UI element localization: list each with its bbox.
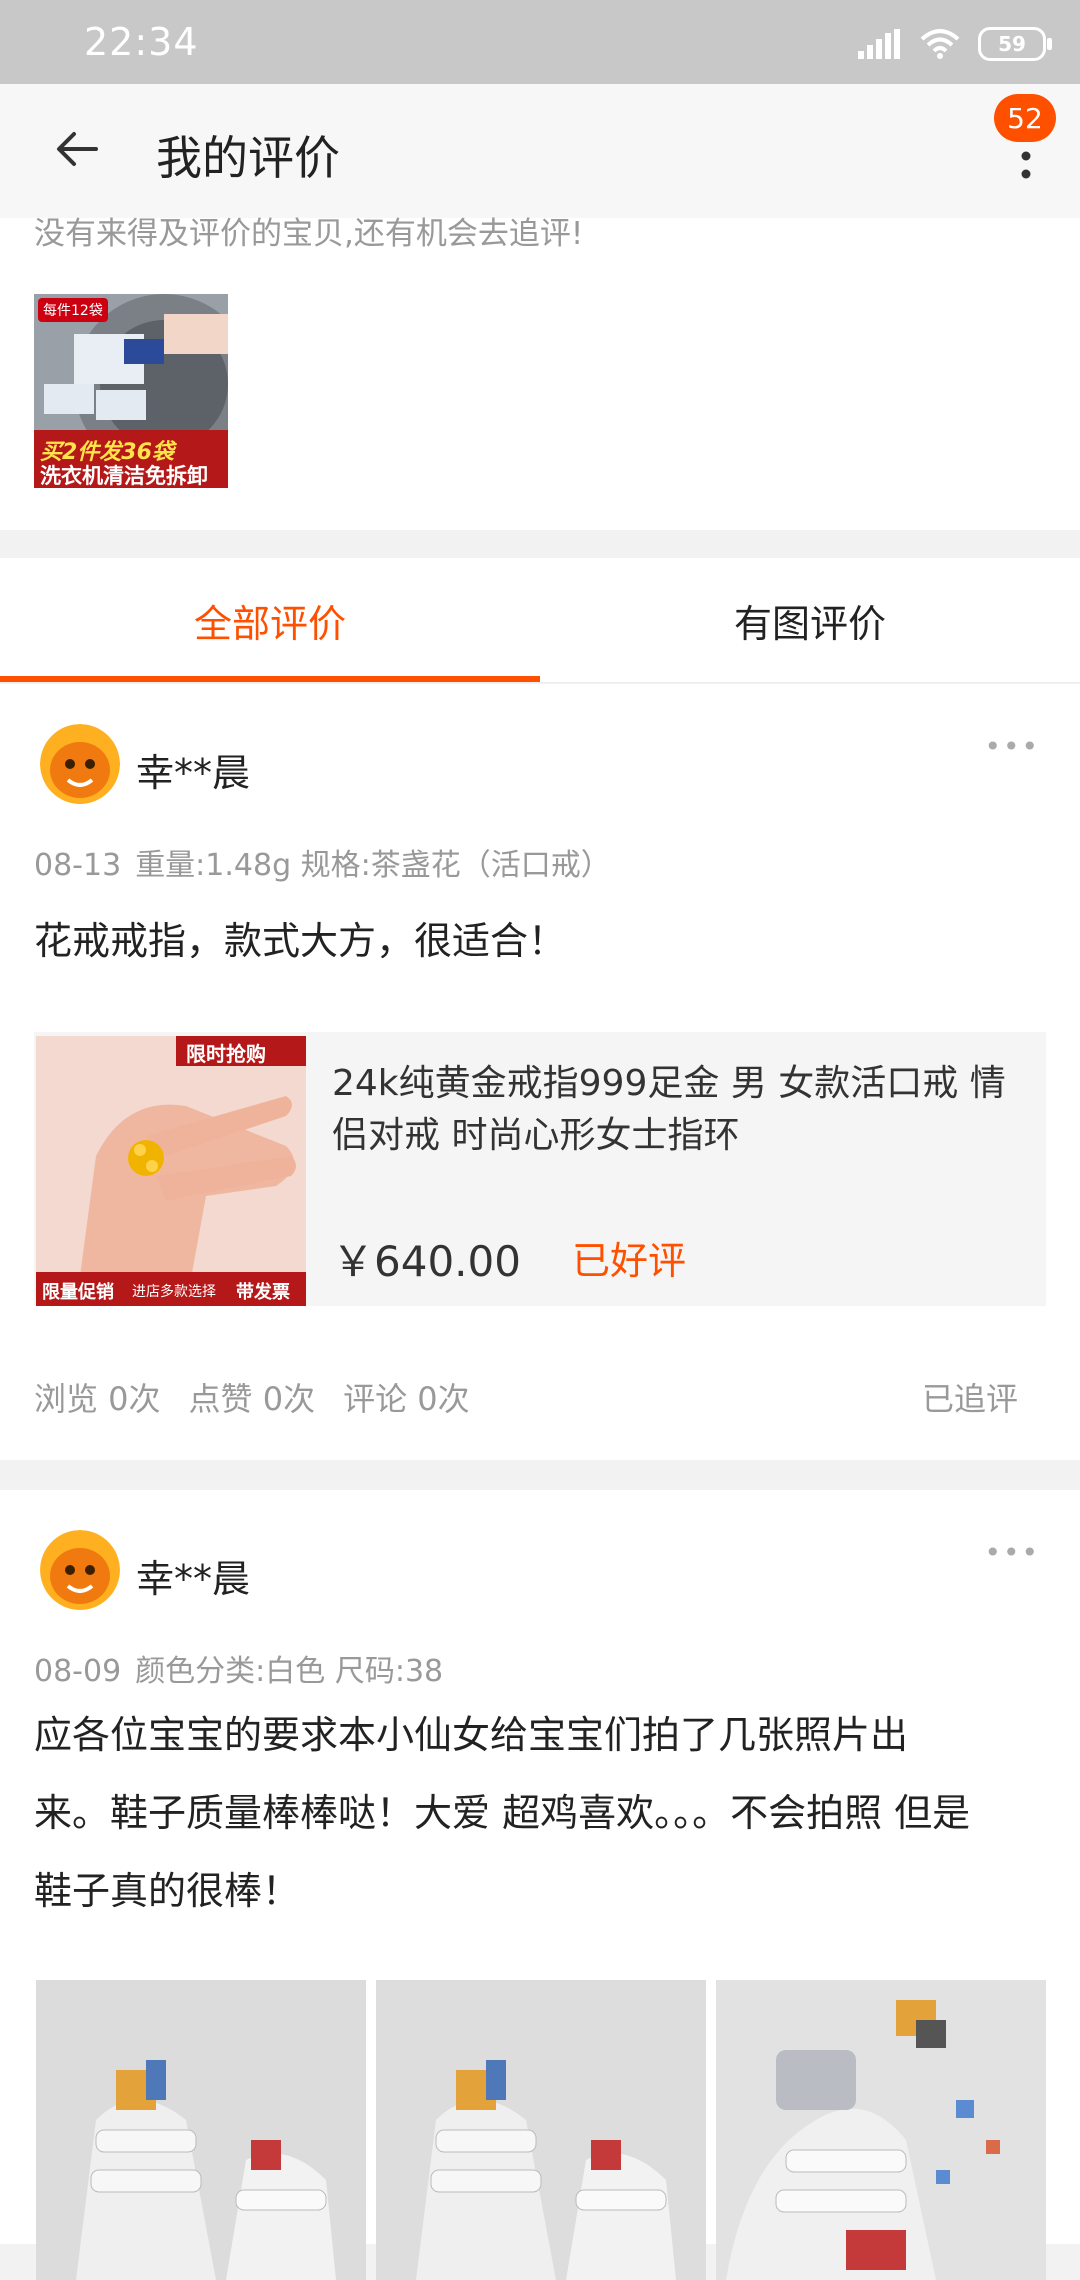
reviewer-name: 幸**晨	[136, 751, 251, 795]
review-more-icon[interactable]: •••	[984, 1536, 1040, 1569]
shoe-photo	[716, 1980, 1046, 2280]
avatar-image	[40, 1530, 120, 1610]
review-sku: 重量:1.48g 规格:茶盏花（活口戒）	[135, 848, 611, 883]
review-date: 08-09	[34, 1654, 122, 1689]
avatar[interactable]	[40, 724, 120, 804]
review-photo[interactable]	[376, 1980, 706, 2280]
review-sku: 颜色分类:白色 尺码:38	[135, 1654, 444, 1689]
notification-badge: 52	[994, 94, 1056, 142]
product-price: ￥640.00	[332, 1237, 521, 1286]
active-tab-indicator	[0, 676, 540, 682]
avatar[interactable]	[40, 1530, 120, 1610]
followup-status: 已追评	[921, 1380, 1018, 1418]
review-photo[interactable]	[716, 1980, 1046, 2280]
product-image-bottom-1: 限量促销	[42, 1282, 114, 1303]
review-content-line: 来。鞋子质量棒棒哒！大爱 超鸡喜欢。。。不会拍照 但是	[34, 1791, 971, 1835]
like-count: 点赞 0次	[188, 1380, 316, 1418]
reviewed-product-card[interactable]: 限时抢购 限量促销 进店多款选择 带发票 24k纯黄金戒指999足金 男 女款活…	[34, 1032, 1046, 1306]
review-card: 幸**晨 ••• 08-09 颜色分类:白色 尺码:38 应各位宝宝的要求本小仙女…	[0, 1490, 1080, 2280]
review-photos	[34, 1980, 1046, 2280]
signal-icon	[858, 29, 900, 59]
product-image: 限时抢购 限量促销 进店多款选择 带发票	[36, 1036, 306, 1306]
review-content-line: 应各位宝宝的要求本小仙女给宝宝们拍了几张照片出	[34, 1713, 909, 1757]
review-content-line: 鞋子真的很棒！	[34, 1869, 301, 1913]
review-content: 花戒戒指，款式大方，很适合！	[34, 919, 567, 963]
comment-count: 评论 0次	[343, 1380, 470, 1418]
top-bar: 我的评价 52	[0, 84, 1080, 218]
product-image-bottom-3: 带发票	[236, 1282, 290, 1303]
review-content: 应各位宝宝的要求本小仙女给宝宝们拍了几张照片出 来。鞋子质量棒棒哒！大爱 超鸡喜…	[34, 1696, 1046, 1930]
status-time: 22:34	[84, 20, 199, 64]
battery-level: 59	[998, 32, 1026, 56]
product-image-bottom-2: 进店多款选择	[132, 1284, 216, 1300]
pending-product-thumbnail[interactable]: 每件12袋 买2件发36袋 洗衣机清洁免拆卸	[34, 294, 228, 488]
pending-hint: 没有来得及评价的宝贝,还有机会去追评!	[34, 216, 584, 252]
tab-all-reviews[interactable]: 全部评价	[0, 558, 540, 682]
review-date: 08-13	[34, 848, 122, 883]
ring-product-image	[36, 1036, 306, 1306]
pending-review-section: 没有来得及评价的宝贝,还有机会去追评! 每件12袋 买2件发36袋 洗衣机清洁免…	[0, 216, 1080, 530]
reviewer-name: 幸**晨	[136, 1557, 251, 1601]
status-icons: 59	[858, 24, 1052, 64]
view-count: 浏览 0次	[34, 1380, 161, 1418]
review-stats: 浏览 0次 点赞 0次 评论 0次	[34, 1374, 498, 1420]
shoe-photo	[376, 1980, 706, 2280]
review-card: 幸**晨 ••• 08-13 重量:1.48g 规格:茶盏花（活口戒） 花戒戒指，…	[0, 684, 1080, 1460]
review-meta: 08-13 重量:1.48g 规格:茶盏花（活口戒）	[34, 840, 625, 884]
review-meta: 08-09 颜色分类:白色 尺码:38	[34, 1646, 457, 1690]
avatar-image	[40, 724, 120, 804]
status-bar: 22:34 59	[0, 0, 1080, 84]
review-more-icon[interactable]: •••	[984, 730, 1040, 763]
review-tabs: 全部评价 有图评价	[0, 558, 1080, 683]
back-arrow-icon[interactable]	[52, 124, 102, 174]
tab-photo-reviews[interactable]: 有图评价	[540, 558, 1080, 682]
review-photo[interactable]	[36, 1980, 366, 2280]
shoe-photo	[36, 1980, 366, 2280]
product-name: 24k纯黄金戒指999足金 男 女款活口戒 情侣对戒 时尚心形女士指环	[332, 1063, 1006, 1156]
product-image-tag: 限时抢购	[186, 1042, 266, 1066]
battery-icon: 59	[978, 27, 1052, 61]
thumb-tag: 每件12袋	[38, 298, 108, 322]
review-status: 已好评	[572, 1239, 687, 1283]
thumb-text-2: 洗衣机清洁免拆卸	[40, 464, 208, 488]
page-title: 我的评价	[156, 131, 340, 185]
wifi-icon	[920, 29, 960, 59]
